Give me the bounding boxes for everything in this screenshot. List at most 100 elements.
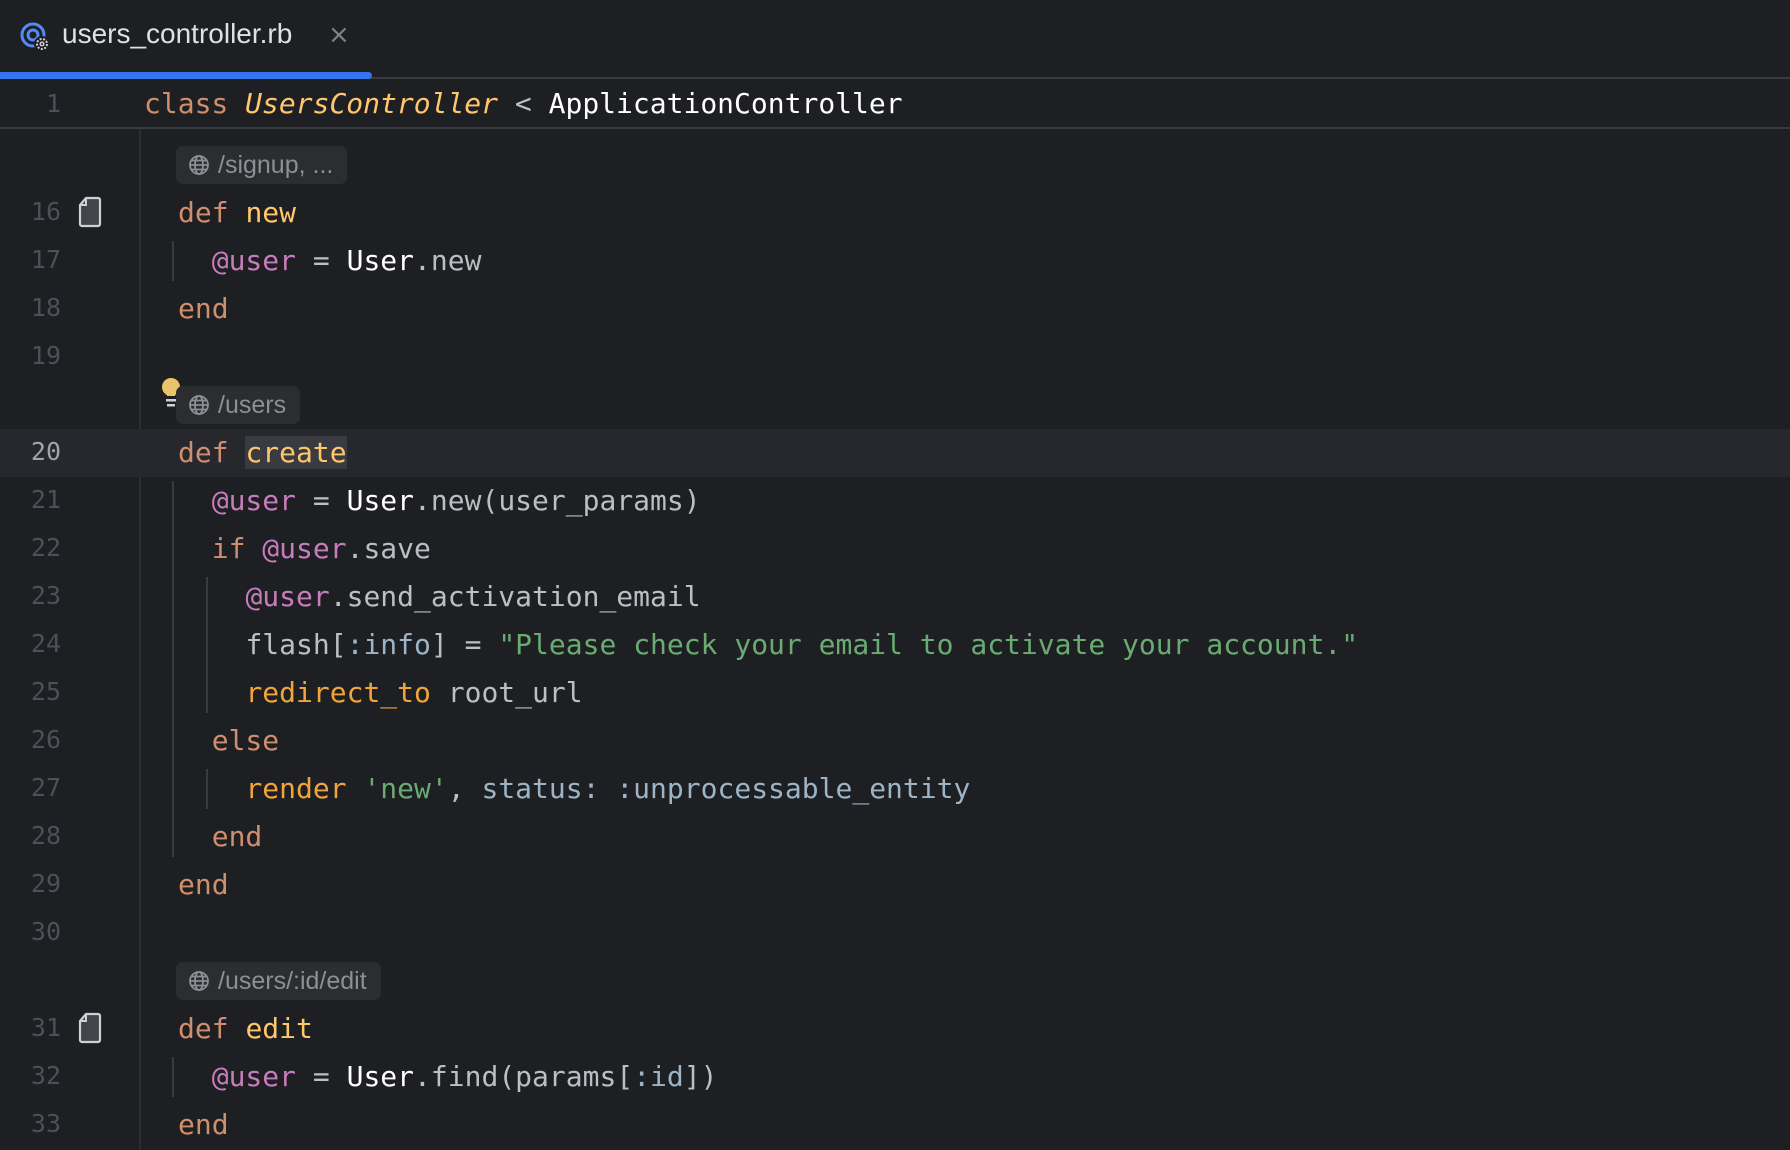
code-line[interactable]: 29 end — [0, 861, 1790, 909]
line-number: 31 — [31, 1013, 61, 1042]
line-number: 23 — [31, 581, 61, 610]
code-text: end — [212, 820, 263, 854]
line-number: 32 — [31, 1061, 61, 1090]
code-text: @user = User.new — [212, 244, 482, 278]
code-token: .send_activation_email — [330, 580, 701, 613]
route-hint[interactable]: /signup, ... — [176, 146, 347, 184]
code-token: .new(user_params) — [414, 484, 701, 517]
code-token: if — [212, 532, 263, 565]
code-token: status: :unprocessable_entity — [481, 772, 970, 805]
ruby-controller-icon — [20, 22, 52, 54]
route-inlay-hint-row: /signup, ... — [0, 141, 1790, 189]
code-text: def edit — [178, 1012, 313, 1046]
close-tab-icon[interactable]: × — [328, 20, 350, 50]
code-token: User — [347, 484, 414, 517]
code-token: @user — [212, 484, 296, 517]
code-line[interactable]: 17 @user = User.new — [0, 237, 1790, 285]
code-token: flash[ — [245, 628, 346, 661]
code-line[interactable]: 27 render 'new', status: :unprocessable_e… — [0, 765, 1790, 813]
route-text: /users — [218, 391, 286, 420]
file-template-icon[interactable] — [78, 196, 102, 228]
code-line[interactable]: 21 @user = User.new(user_params) — [0, 477, 1790, 525]
code-token: ApplicationController — [549, 87, 903, 120]
code-line[interactable]: 30 — [0, 909, 1790, 957]
code-line[interactable]: 31 def edit — [0, 1005, 1790, 1053]
route-text: /users/:id/edit — [218, 967, 367, 996]
code-token: end — [178, 292, 229, 325]
line-number: 16 — [31, 197, 61, 226]
code-text: flash[:info] = "Please check your email … — [245, 628, 1358, 662]
code-text: if @user.save — [212, 532, 431, 566]
line-number: 30 — [31, 917, 61, 946]
route-inlay-hint-row: /users/:id/edit — [0, 957, 1790, 1005]
code-line[interactable]: 24 flash[:info] = "Please check your emai… — [0, 621, 1790, 669]
active-tab-indicator — [0, 72, 372, 79]
code-token: :id — [633, 1060, 684, 1093]
code-line[interactable]: 25redirect_to root_url — [0, 669, 1790, 717]
code-token: UsersController — [245, 87, 498, 120]
tab-label: users_controller.rb — [62, 18, 292, 50]
code-text: else — [212, 724, 279, 758]
code-token: def — [178, 1012, 245, 1045]
line-number: 33 — [31, 1109, 61, 1138]
code-token: def — [178, 436, 245, 469]
route-hint[interactable]: /users/:id/edit — [176, 962, 381, 1000]
route-hint[interactable]: /users — [176, 386, 300, 424]
code-line[interactable]: 16 def new — [0, 189, 1790, 237]
globe-icon — [188, 154, 210, 176]
file-template-icon[interactable] — [78, 1012, 102, 1044]
line-number: 29 — [31, 869, 61, 898]
code-token: ]) — [684, 1060, 718, 1093]
current-code-line[interactable]: 20def create — [0, 429, 1790, 477]
line-number: 21 — [31, 485, 61, 514]
code-line[interactable]: 26 else — [0, 717, 1790, 765]
line-number: 28 — [31, 821, 61, 850]
code-token: :info — [347, 628, 431, 661]
code-line[interactable]: 19 — [0, 333, 1790, 381]
code-line[interactable]: 33 end — [0, 1101, 1790, 1149]
code-token: def — [178, 196, 245, 229]
code-line[interactable]: 18end — [0, 285, 1790, 333]
code-line[interactable]: 23 @user.send_activation_email — [0, 573, 1790, 621]
code-line[interactable]: 32@user = User.find(params[:id]) — [0, 1053, 1790, 1101]
code-token: class — [144, 87, 245, 120]
indent-guide — [206, 577, 208, 713]
code-token: .new — [414, 244, 481, 277]
code-text: end — [178, 1108, 229, 1142]
code-text: render 'new', status: :unprocessable_ent… — [245, 772, 970, 806]
code-token: create — [245, 436, 346, 469]
indent-guide — [206, 769, 208, 809]
code-token: else — [212, 724, 279, 757]
code-token: end — [178, 1108, 229, 1141]
code-token: @user — [212, 244, 296, 277]
code-token: edit — [245, 1012, 312, 1045]
line-number: 26 — [31, 725, 61, 754]
line-number: 27 — [31, 773, 61, 802]
route-inlay-hint-row: /users — [0, 381, 1790, 429]
code-text: end — [178, 868, 229, 902]
line-number: 25 — [31, 677, 61, 706]
code-token: User — [347, 1060, 414, 1093]
line-number: 17 — [31, 245, 61, 274]
code-token: redirect_to — [245, 676, 430, 709]
code-line[interactable]: 28 end — [0, 813, 1790, 861]
sticky-line-header[interactable]: 1 class UsersController < ApplicationCon… — [0, 79, 1790, 129]
code-text: @user.send_activation_email — [245, 580, 700, 614]
line-number: 24 — [31, 629, 61, 658]
code-token: @user — [212, 1060, 296, 1093]
code-token: User — [347, 244, 414, 277]
sticky-code-line: class UsersController < ApplicationContr… — [144, 87, 903, 121]
route-text: /signup, ... — [218, 151, 333, 180]
line-number: 1 — [46, 89, 61, 118]
code-token: @user — [262, 532, 346, 565]
code-token: < — [498, 87, 549, 120]
code-text: @user = User.new(user_params) — [212, 484, 701, 518]
code-text: def new — [178, 196, 296, 230]
tab-users-controller[interactable]: users_controller.rb × — [0, 0, 372, 79]
code-token: "Please check your email to activate you… — [498, 628, 1358, 661]
indent-guide — [172, 1057, 174, 1097]
code-line[interactable]: 22if @user.save — [0, 525, 1790, 573]
code-token: new — [245, 196, 296, 229]
code-token: .save — [347, 532, 431, 565]
globe-icon — [188, 394, 210, 416]
